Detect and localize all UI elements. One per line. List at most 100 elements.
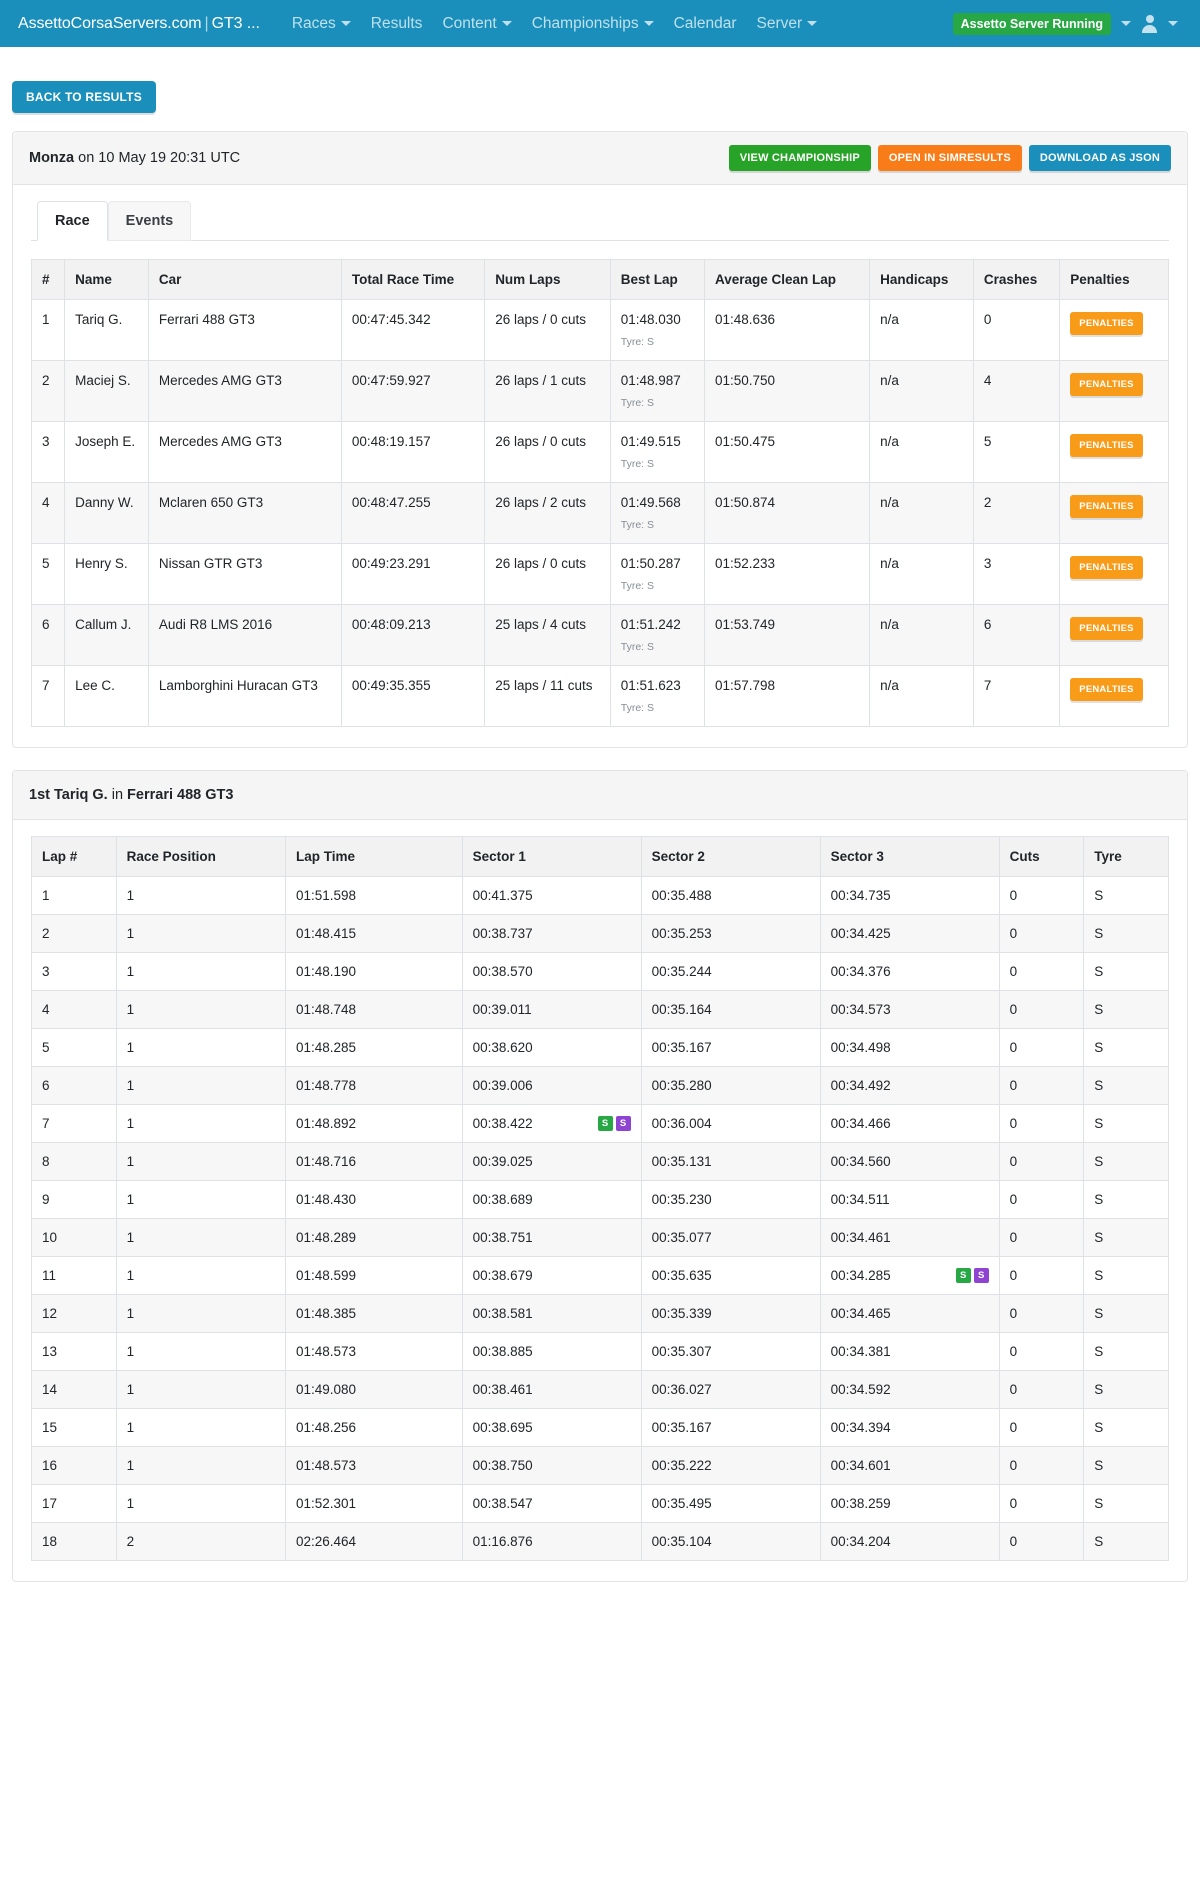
cell-sector-2-value: 00:35.131	[651, 1154, 712, 1169]
open-in-simresults-button[interactable]: OPEN IN SIMRESULTS	[877, 145, 1022, 171]
cell-sector-2-value: 00:35.635	[651, 1268, 712, 1283]
cell-sector-2-value: 00:35.077	[651, 1230, 712, 1245]
cell-sector-2-value: 00:35.230	[651, 1192, 712, 1207]
cell-lap-number: 17	[31, 1484, 117, 1523]
race-datetime: on 10 May 19 20:31 UTC	[74, 150, 241, 166]
cell-name: Danny W.	[64, 482, 149, 544]
cell-race-position: 1	[115, 1218, 286, 1257]
best-lap-tyre-note: Tyre: S	[620, 336, 655, 348]
cell-total-race-time: 00:47:45.342	[340, 299, 486, 361]
cell-num-laps: 26 laps / 0 cuts	[484, 543, 611, 605]
race-card-header: Monza on 10 May 19 20:31 UTC VIEW CHAMPI…	[13, 132, 1187, 185]
tab-events[interactable]: Events	[107, 201, 192, 241]
user-icon[interactable]	[1141, 15, 1158, 33]
cell-sector-1-value: 00:38.689	[472, 1192, 533, 1207]
best-lap-tyre-note: Tyre: S	[620, 641, 655, 653]
cell-average-clean-lap: 01:53.749	[703, 604, 871, 666]
penalties-button[interactable]: PENALTIES	[1070, 373, 1143, 396]
cell-sector-2: 00:35.077	[640, 1218, 821, 1257]
penalties-button[interactable]: PENALTIES	[1070, 678, 1143, 701]
cell-sector-1-value: 00:38.547	[472, 1496, 533, 1511]
cell-cuts: 0	[998, 1142, 1085, 1181]
chevron-down-icon[interactable]	[1168, 21, 1178, 26]
cell-lap-number: 10	[31, 1218, 117, 1257]
cell-tyre: S	[1083, 1256, 1169, 1295]
cell-sector-2-value: 00:35.244	[651, 964, 712, 979]
cell-num-laps: 26 laps / 2 cuts	[484, 482, 611, 544]
cell-lap-number: 8	[31, 1142, 117, 1181]
best-lap-value: 01:49.568	[620, 495, 681, 510]
nav-item-results[interactable]: Results	[361, 9, 433, 39]
col-cuts: Cuts	[998, 836, 1085, 877]
col-lap-number: Lap #	[31, 836, 117, 877]
cell-tyre: S	[1083, 1522, 1169, 1561]
tab-race[interactable]: Race	[37, 201, 108, 241]
cell-name: Tariq G.	[64, 299, 149, 361]
cell-sector-2: 00:36.027	[640, 1370, 821, 1409]
cell-sector-2: 00:35.164	[640, 990, 821, 1029]
table-row: 7 1 01:48.892 00:38.422 S S 00:36.004 00:34.466…	[31, 1104, 1169, 1143]
cell-car: Lamborghini Huracan GT3	[147, 665, 342, 727]
driver-laps-table: Lap # Race Position Lap Time Sector 1 Se…	[31, 836, 1169, 1561]
best-lap-value: 01:48.987	[620, 373, 681, 388]
nav-item-championships[interactable]: Championships	[522, 9, 664, 39]
cell-car: Mclaren 650 GT3	[147, 482, 342, 544]
cell-lap-time: 01:48.190	[284, 952, 463, 991]
cell-handicaps: n/a	[869, 421, 974, 483]
nav-item-content[interactable]: Content	[432, 9, 521, 39]
driver-title-in: in	[107, 787, 128, 803]
cell-lap-time: 02:26.464	[284, 1522, 463, 1561]
cell-sector-2-value: 00:35.167	[651, 1040, 712, 1055]
driver-position-name: 1st Tariq G.	[29, 787, 108, 803]
cell-name: Callum J.	[64, 604, 149, 666]
cell-name: Henry S.	[64, 543, 149, 605]
nav-label-races: Races	[291, 14, 336, 32]
download-as-json-button[interactable]: DOWNLOAD AS JSON	[1028, 145, 1171, 171]
cell-name: Joseph E.	[64, 421, 149, 483]
table-row: 18 2 02:26.464 01:16.876 00:35.104 00:34.204 0…	[31, 1522, 1169, 1561]
cell-sector-2-value: 00:35.488	[651, 888, 712, 903]
col-crashes: Crashes	[972, 259, 1061, 300]
cell-sector-3: 00:34.381	[819, 1332, 1000, 1371]
penalties-button[interactable]: PENALTIES	[1070, 434, 1143, 457]
nav-label-content: Content	[442, 14, 497, 32]
penalties-button[interactable]: PENALTIES	[1070, 556, 1143, 579]
cell-position: 1	[30, 299, 66, 361]
cell-cuts: 0	[998, 1294, 1085, 1333]
back-to-results-button[interactable]: BACK TO RESULTS	[12, 81, 156, 113]
cell-lap-time: 01:49.080	[284, 1370, 463, 1409]
cell-sector-3-value: 00:34.465	[830, 1306, 891, 1321]
cell-penalties: PENALTIES	[1059, 665, 1169, 727]
best-lap-tyre-note: Tyre: S	[620, 580, 655, 592]
cell-sector-1-value: 00:38.461	[472, 1382, 533, 1397]
nav-item-server[interactable]: Server	[746, 9, 827, 39]
nav-item-calendar[interactable]: Calendar	[664, 9, 747, 39]
cell-sector-3-value: 00:34.492	[830, 1078, 891, 1093]
cell-sector-3: 00:34.376	[819, 952, 1000, 991]
penalties-button[interactable]: PENALTIES	[1070, 617, 1143, 640]
driver-card-header: 1st Tariq G. in Ferrari 488 GT3	[13, 771, 1187, 820]
view-championship-button[interactable]: VIEW CHAMPIONSHIP	[728, 145, 871, 171]
cell-sector-1: 00:38.689	[461, 1180, 642, 1219]
cell-sector-3: 00:38.259	[819, 1484, 1000, 1523]
race-results-card: Monza on 10 May 19 20:31 UTC VIEW CHAMPI…	[12, 131, 1188, 748]
nav-item-races[interactable]: Races	[282, 9, 361, 39]
cell-sector-2-value: 00:36.027	[651, 1382, 712, 1397]
cell-sector-3-value: 00:38.259	[830, 1496, 891, 1511]
cell-car: Nissan GTR GT3	[147, 543, 342, 605]
chevron-down-icon[interactable]	[1121, 21, 1131, 26]
site-brand[interactable]: AssettoCorsaServers.com | GT3 ...	[18, 15, 260, 33]
cell-sector-3: 00:34.466	[819, 1104, 1000, 1143]
cell-tyre: S	[1083, 1332, 1169, 1371]
penalties-button[interactable]: PENALTIES	[1070, 495, 1143, 518]
best-lap-tyre-note: Tyre: S	[620, 519, 655, 531]
cell-lap-number: 14	[31, 1370, 117, 1409]
penalties-button[interactable]: PENALTIES	[1070, 312, 1143, 335]
cell-lap-number: 6	[31, 1066, 117, 1105]
cell-sector-2-value: 00:35.253	[651, 926, 712, 941]
cell-average-clean-lap: 01:50.750	[703, 360, 871, 422]
cell-sector-1-value: 00:38.737	[472, 926, 533, 941]
server-status-badge[interactable]: Assetto Server Running	[952, 12, 1111, 35]
cell-sector-2: 00:35.495	[640, 1484, 821, 1523]
cell-sector-1-value: 00:38.679	[472, 1268, 533, 1283]
